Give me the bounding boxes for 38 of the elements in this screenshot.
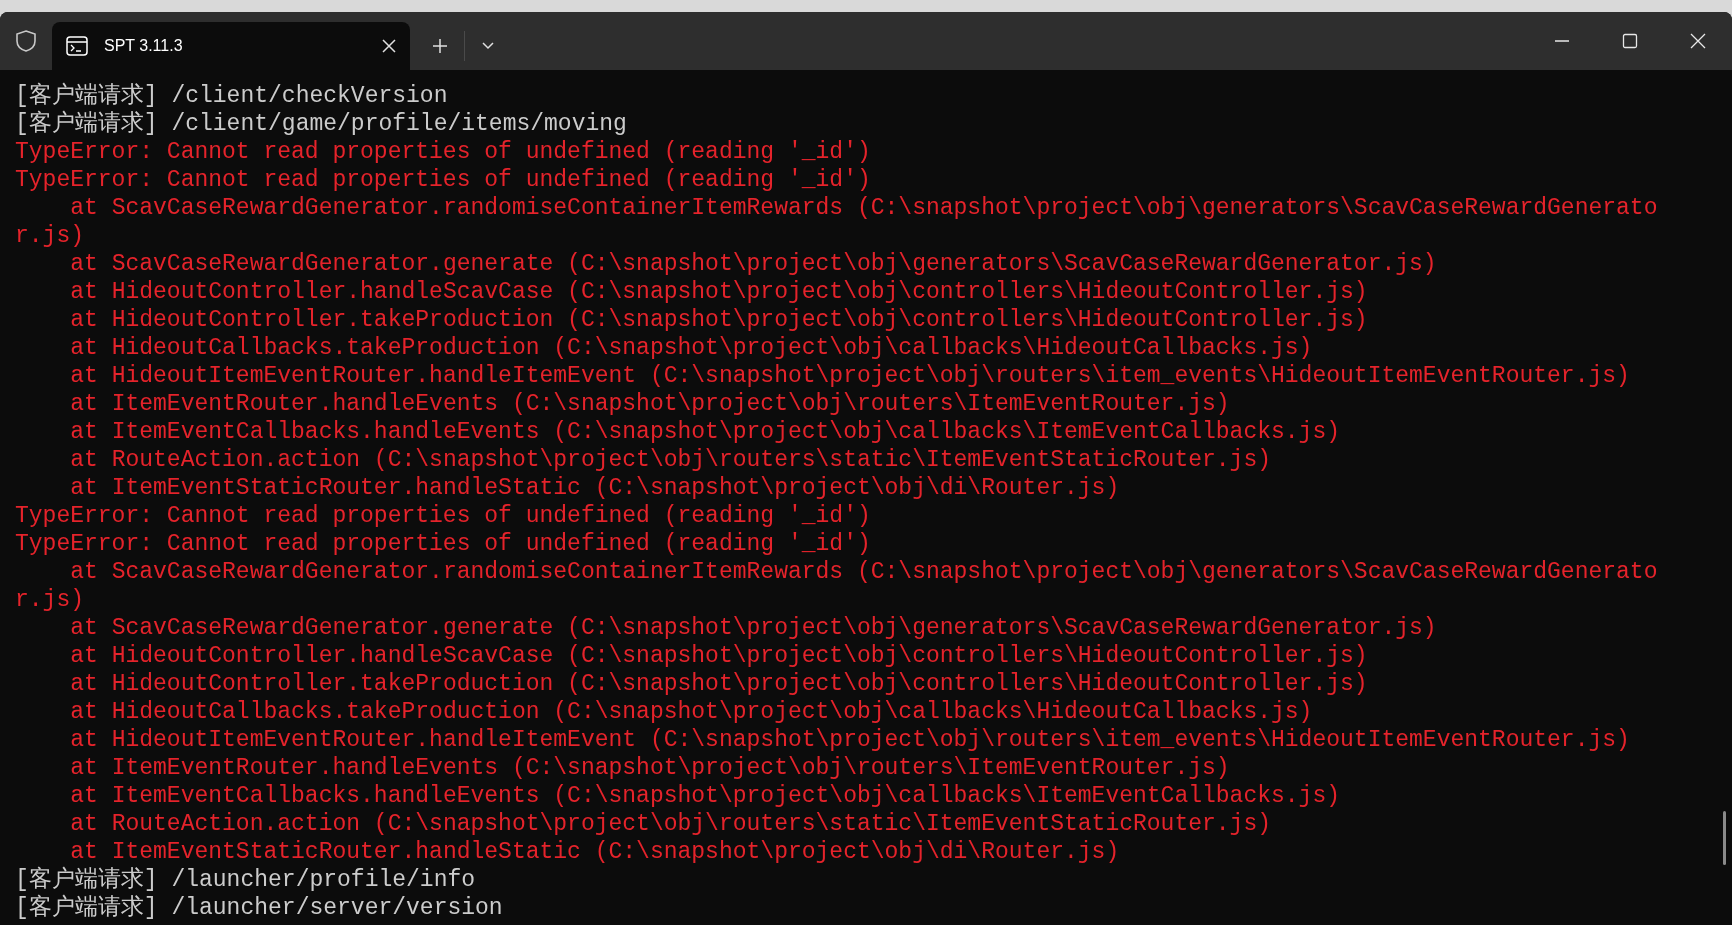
console-line: TypeError: Cannot read properties of undefined (reading '_id') bbox=[15, 166, 872, 194]
console-line: [客户端请求] /launcher/server/version bbox=[15, 894, 504, 922]
shield-icon[interactable] bbox=[15, 29, 37, 53]
maximize-icon[interactable] bbox=[1622, 33, 1638, 49]
console-line: at ItemEventRouter.handleEvents (C:\snapshot\project\obj\routers\ItemEventRouter.js) bbox=[69, 390, 1231, 418]
console-line: TypeError: Cannot read properties of undefined (reading '_id') bbox=[15, 502, 872, 530]
console-line: at HideoutItemEventRouter.handleItemEvent (C:\snapshot\project\obj\routers\item_events\HideoutItemEventRouter.js) bbox=[69, 726, 1631, 754]
console-line: at HideoutController.takeProduction (C:\snapshot\project\obj\controllers\HideoutController.js) bbox=[69, 306, 1369, 334]
console-line: at ItemEventCallbacks.handleEvents (C:\snapshot\project\obj\callbacks\ItemEventCallbacks.js) bbox=[69, 418, 1342, 446]
console-line: at HideoutController.handleScavCase (C:\snapshot\project\obj\controllers\HideoutController.js) bbox=[69, 642, 1369, 670]
close-icon[interactable] bbox=[382, 39, 396, 53]
scrollbar-thumb[interactable] bbox=[1723, 811, 1726, 865]
console-line: at ScavCaseRewardGenerator.randomiseContainerItemRewards (C:\snapshot\project\obj\generators\ScavCaseRewardGenerator.js) bbox=[15, 194, 1659, 250]
console-line: at HideoutItemEventRouter.handleItemEvent (C:\snapshot\project\obj\routers\item_events\HideoutItemEventRouter.js) bbox=[69, 362, 1631, 390]
console-line: [客户端请求] /launcher/profile/info bbox=[15, 866, 477, 894]
console-icon bbox=[66, 36, 88, 56]
console-line: at HideoutCallbacks.takeProduction (C:\snapshot\project\obj\callbacks\HideoutCallbacks.js) bbox=[69, 698, 1314, 726]
plus-icon[interactable] bbox=[432, 38, 448, 54]
chevron-down-icon[interactable] bbox=[481, 41, 495, 51]
console-line: at ItemEventRouter.handleEvents (C:\snapshot\project\obj\routers\ItemEventRouter.js) bbox=[69, 754, 1231, 782]
console-line: at RouteAction.action (C:\snapshot\project\obj\routers\static\ItemEventStaticRouter.js) bbox=[69, 446, 1272, 474]
console-line: at HideoutController.handleScavCase (C:\snapshot\project\obj\controllers\HideoutController.js) bbox=[69, 278, 1369, 306]
console-line: at ItemEventStaticRouter.handleStatic (C:\snapshot\project\obj\di\Router.js) bbox=[69, 838, 1121, 866]
console-line: TypeError: Cannot read properties of undefined (reading '_id') bbox=[15, 138, 872, 166]
close-icon[interactable] bbox=[1690, 33, 1706, 49]
terminal-tab[interactable]: SPT 3.11.3 bbox=[52, 22, 410, 70]
console-line: [客户端请求] /client/game/profile/items/moving bbox=[15, 110, 628, 138]
console-line: at ScavCaseRewardGenerator.generate (C:\snapshot\project\obj\generators\ScavCaseRewardGenerator.js) bbox=[69, 614, 1438, 642]
console-line: at ScavCaseRewardGenerator.generate (C:\snapshot\project\obj\generators\ScavCaseRewardGenerator.js) bbox=[69, 250, 1438, 278]
tab-title: SPT 3.11.3 bbox=[104, 36, 184, 56]
console-line: at ItemEventStaticRouter.handleStatic (C:\snapshot\project\obj\di\Router.js) bbox=[69, 474, 1121, 502]
console-line: at ScavCaseRewardGenerator.randomiseContainerItemRewards (C:\snapshot\project\obj\generators\ScavCaseRewardGenerator.js) bbox=[15, 558, 1659, 614]
console-line: TypeError: Cannot read properties of undefined (reading '_id') bbox=[15, 530, 872, 558]
console-line: [客户端请求] /client/checkVersion bbox=[15, 82, 449, 110]
console-line: at HideoutController.takeProduction (C:\snapshot\project\obj\controllers\HideoutController.js) bbox=[69, 670, 1369, 698]
console-line: at HideoutCallbacks.takeProduction (C:\snapshot\project\obj\callbacks\HideoutCallbacks.js) bbox=[69, 334, 1314, 362]
console-line: at RouteAction.action (C:\snapshot\project\obj\routers\static\ItemEventStaticRouter.js) bbox=[69, 810, 1272, 838]
console-line: at ItemEventCallbacks.handleEvents (C:\snapshot\project\obj\callbacks\ItemEventCallbacks.js) bbox=[69, 782, 1342, 810]
